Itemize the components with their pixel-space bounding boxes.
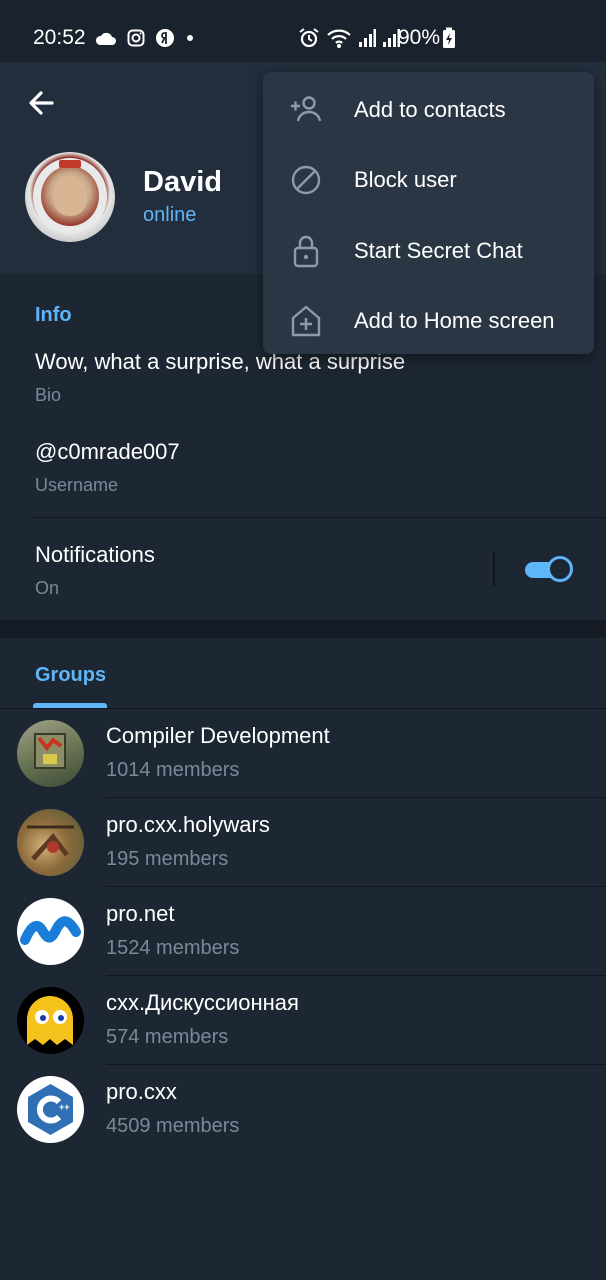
block-icon xyxy=(291,165,321,195)
list-item[interactable]: cxx.Дискуссионная 574 members xyxy=(0,976,606,1065)
list-item[interactable]: Compiler Development 1014 members xyxy=(0,709,606,798)
menu-item-add-to-home-screen[interactable]: Add to Home screen xyxy=(263,285,594,355)
battery-charging-icon xyxy=(443,27,456,48)
lock-icon xyxy=(293,235,319,268)
vertical-divider xyxy=(493,552,495,586)
bio-label: Bio xyxy=(35,385,62,405)
group-name: pro.cxx.holywars xyxy=(106,812,270,837)
group-avatar xyxy=(17,898,84,965)
group-avatar xyxy=(17,809,84,876)
alarm-icon xyxy=(299,28,319,48)
divider xyxy=(30,517,606,518)
username-label: Username xyxy=(35,475,119,495)
group-members: 1524 members xyxy=(106,937,240,959)
menu-item-label: Block user xyxy=(354,167,457,192)
menu-item-label: Add to Home screen xyxy=(354,308,555,333)
group-avatar xyxy=(17,720,84,787)
group-members: 195 members xyxy=(106,848,229,870)
profile-status: online xyxy=(143,204,197,226)
signal-icon xyxy=(359,29,376,47)
group-name: Compiler Development xyxy=(106,723,330,748)
menu-item-label: Start Secret Chat xyxy=(354,238,523,263)
svg-text:++: ++ xyxy=(59,1102,70,1112)
notifications-toggle[interactable] xyxy=(525,556,573,582)
list-item[interactable]: ++ pro.cxx 4509 members xyxy=(0,1065,606,1154)
list-item[interactable]: pro.cxx.holywars 195 members xyxy=(0,798,606,887)
tab-groups[interactable]: Groups xyxy=(35,664,106,687)
back-arrow-icon[interactable] xyxy=(26,88,56,118)
section-gap xyxy=(0,620,606,638)
menu-item-start-secret-chat[interactable]: Start Secret Chat xyxy=(263,215,594,285)
menu-item-block-user[interactable]: Block user xyxy=(263,144,594,214)
info-title: Info xyxy=(35,304,72,326)
group-members: 4509 members xyxy=(106,1115,240,1137)
instagram-icon xyxy=(127,29,145,47)
overflow-menu: Add to contacts Block user Start Secret … xyxy=(263,72,594,354)
home-add-icon xyxy=(291,305,321,337)
notifications-state: On xyxy=(35,578,60,598)
dot-icon xyxy=(187,35,193,41)
group-avatar xyxy=(17,987,84,1054)
group-avatar: ++ xyxy=(17,1076,84,1143)
status-time: 20:52 xyxy=(33,26,86,49)
group-name: pro.cxx xyxy=(106,1079,177,1104)
menu-item-add-to-contacts[interactable]: Add to contacts xyxy=(263,74,594,144)
wifi-icon xyxy=(327,29,351,48)
yandex-icon xyxy=(156,29,174,47)
status-bar: 20:52 90% xyxy=(0,0,606,62)
username-text[interactable]: @c0mrade007 xyxy=(35,439,180,465)
notifications-label[interactable]: Notifications xyxy=(35,542,155,568)
group-members: 1014 members xyxy=(106,759,240,781)
battery-percent: 90% xyxy=(398,26,441,49)
menu-item-label: Add to contacts xyxy=(354,97,506,122)
group-name: cxx.Дискуссионная xyxy=(106,990,299,1015)
cloud-icon xyxy=(95,32,116,45)
profile-avatar[interactable] xyxy=(25,152,115,242)
add-contact-icon xyxy=(291,96,322,122)
list-item[interactable]: pro.net 1524 members xyxy=(0,887,606,976)
group-name: pro.net xyxy=(106,901,175,926)
group-members: 574 members xyxy=(106,1026,229,1048)
profile-name: David xyxy=(143,166,222,198)
